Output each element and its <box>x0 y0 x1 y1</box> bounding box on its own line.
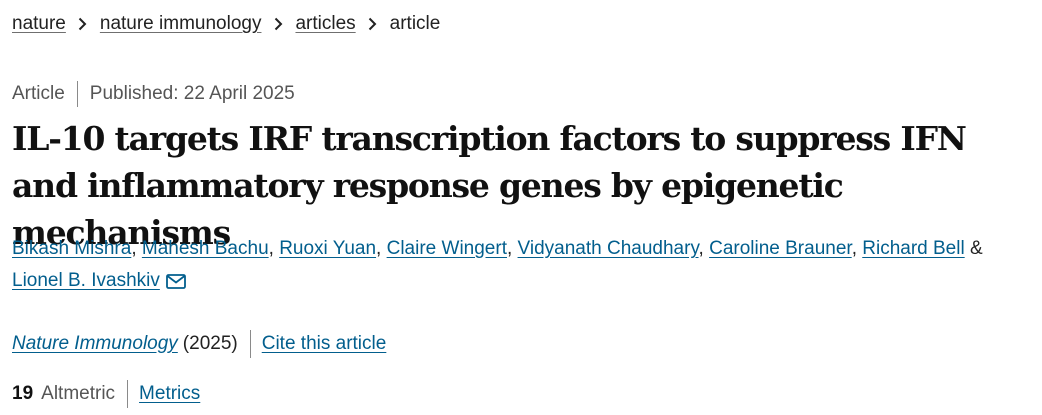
author-link[interactable]: Richard Bell <box>862 238 964 259</box>
breadcrumb-current: article <box>389 13 441 34</box>
author-link[interactable]: Caroline Brauner <box>709 238 852 259</box>
author-separator: , <box>851 238 863 259</box>
journal-link[interactable]: Nature Immunology <box>12 331 178 357</box>
published-date: Published: 22 April 2025 <box>89 83 295 104</box>
author-separator: , <box>698 238 710 259</box>
publication-year: (2025) <box>182 333 238 354</box>
author-link-corresponding[interactable]: Lionel B. Ivashkiv <box>12 270 160 291</box>
author-link[interactable]: Claire Wingert <box>387 238 507 259</box>
author-link[interactable]: Bikash Mishra <box>12 238 131 259</box>
breadcrumb-item-nature-immunology[interactable]: nature immunology <box>100 11 262 37</box>
breadcrumb: nature nature immunology articles articl… <box>12 11 440 37</box>
article-meta: Article Published: 22 April 2025 <box>12 81 295 107</box>
metrics-link[interactable]: Metrics <box>139 381 200 407</box>
chevron-right-icon <box>356 11 390 37</box>
author-link[interactable]: Vidyanath Chaudhary <box>518 238 699 259</box>
mail-icon[interactable] <box>165 269 186 301</box>
chevron-right-icon <box>261 11 295 37</box>
citation-divider <box>249 330 251 358</box>
chevron-right-icon <box>66 11 100 37</box>
metrics-divider <box>127 380 129 408</box>
author-separator: , <box>376 238 387 259</box>
citation-row: Nature Immunology (2025) Cite this artic… <box>12 330 386 358</box>
altmetric-count: 19 <box>12 383 34 404</box>
altmetric-label: Altmetric <box>41 383 116 404</box>
author-separator: , <box>268 238 280 259</box>
author-link[interactable]: Ruoxi Yuan <box>279 238 376 259</box>
cite-article-link[interactable]: Cite this article <box>262 331 387 357</box>
author-link[interactable]: Mahesh Bachu <box>142 238 269 259</box>
author-conjunction: & <box>969 238 983 259</box>
article-type: Article <box>12 83 65 104</box>
author-separator: , <box>506 238 518 259</box>
author-list: Bikash Mishra, Mahesh Bachu, Ruoxi Yuan,… <box>12 233 1032 301</box>
breadcrumb-item-nature[interactable]: nature <box>12 11 66 37</box>
author-separator: , <box>131 238 142 259</box>
breadcrumb-item-articles[interactable]: articles <box>295 11 355 37</box>
meta-divider <box>76 81 78 107</box>
metrics-row: 19 Altmetric Metrics <box>12 380 200 408</box>
